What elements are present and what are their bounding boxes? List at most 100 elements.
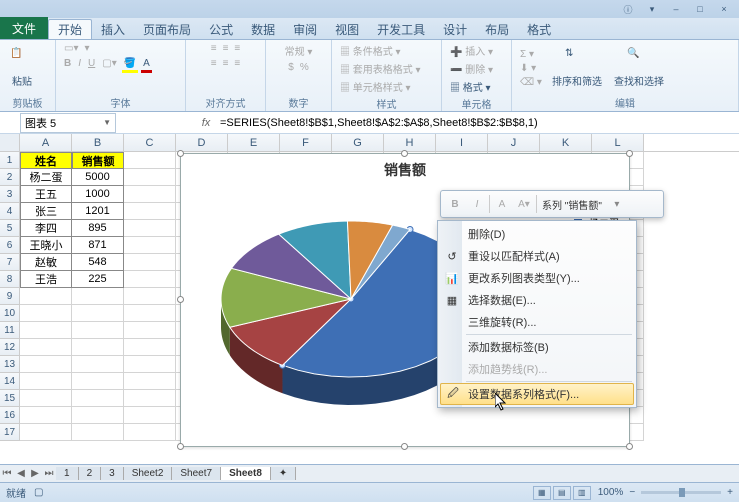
cell[interactable]	[20, 356, 72, 373]
cell[interactable]	[124, 390, 176, 407]
cell[interactable]	[72, 339, 124, 356]
cell[interactable]	[20, 322, 72, 339]
underline-button[interactable]: U	[86, 57, 97, 73]
zoom-slider[interactable]	[641, 491, 721, 494]
context-menu-item[interactable]: ▦选择数据(E)...	[440, 289, 634, 311]
resize-handle[interactable]	[177, 296, 184, 303]
cell[interactable]	[124, 220, 176, 237]
tab-page-layout[interactable]: 页面布局	[134, 19, 200, 39]
cell[interactable]	[124, 373, 176, 390]
cell[interactable]	[20, 305, 72, 322]
cell[interactable]: 871	[72, 237, 124, 254]
zoom-out-button[interactable]: −	[629, 487, 635, 498]
cell[interactable]	[124, 237, 176, 254]
tab-format[interactable]: 格式	[518, 19, 560, 39]
row-header[interactable]: 12	[0, 339, 20, 356]
fill-color-button[interactable]: 🪣	[122, 57, 138, 73]
font-family[interactable]: ▭▾	[62, 42, 80, 55]
help-button[interactable]: ⓘ	[617, 3, 639, 15]
col-header[interactable]: A	[20, 134, 72, 151]
font-color-button[interactable]: A	[141, 57, 152, 73]
tab-review[interactable]: 审阅	[284, 19, 326, 39]
col-header[interactable]: J	[488, 134, 540, 151]
sort-filter-button[interactable]: ⇅排序和筛选	[548, 46, 606, 90]
cell[interactable]: 杨二蛋	[20, 169, 72, 186]
tab-insert[interactable]: 插入	[92, 19, 134, 39]
tab-formulas[interactable]: 公式	[200, 19, 242, 39]
col-header[interactable]: L	[592, 134, 644, 151]
sheet-tab[interactable]: Sheet2	[124, 467, 173, 480]
cell[interactable]	[124, 271, 176, 288]
italic-mini[interactable]: I	[467, 194, 487, 214]
number-format[interactable]: 常规 ▾	[283, 42, 315, 59]
sheet-tab[interactable]: 2	[79, 467, 102, 480]
sheet-tab[interactable]: Sheet7	[172, 467, 221, 480]
row-header[interactable]: 16	[0, 407, 20, 424]
cell[interactable]	[124, 254, 176, 271]
row-header[interactable]: 3	[0, 186, 20, 203]
col-header[interactable]: G	[332, 134, 384, 151]
cell[interactable]	[124, 339, 176, 356]
col-header[interactable]: F	[280, 134, 332, 151]
cell[interactable]: 赵敏	[20, 254, 72, 271]
col-header[interactable]: I	[436, 134, 488, 151]
cell[interactable]	[124, 203, 176, 220]
cell[interactable]: 姓名	[20, 152, 72, 169]
cell[interactable]	[124, 169, 176, 186]
sheet-nav-next[interactable]: ▶	[28, 468, 42, 479]
row-header[interactable]: 10	[0, 305, 20, 322]
cell[interactable]	[124, 288, 176, 305]
record-macro-button[interactable]: ▢	[34, 487, 43, 498]
sheet-nav-first[interactable]: ⏮	[0, 468, 14, 479]
font-size-up[interactable]: A	[492, 194, 512, 214]
cell[interactable]	[20, 373, 72, 390]
sheet-tab[interactable]: 1	[56, 467, 79, 480]
select-all-corner[interactable]	[0, 134, 20, 151]
row-header[interactable]: 14	[0, 373, 20, 390]
cell[interactable]	[20, 339, 72, 356]
close-button[interactable]: ×	[713, 3, 735, 15]
context-menu-item[interactable]: 🖉设置数据系列格式(F)...	[440, 383, 634, 405]
normal-view-button[interactable]: ▦	[533, 486, 551, 500]
name-box[interactable]: 图表 5▼	[20, 113, 116, 133]
table-format-button[interactable]: ▦ 套用表格格式 ▾	[338, 60, 423, 77]
cell[interactable]	[72, 424, 124, 441]
ribbon-minimize-button[interactable]: ▾	[641, 3, 663, 15]
cell[interactable]: 548	[72, 254, 124, 271]
formula-input[interactable]	[216, 113, 739, 133]
cell[interactable]	[124, 152, 176, 169]
tab-data[interactable]: 数据	[242, 19, 284, 39]
cell[interactable]	[72, 407, 124, 424]
col-header[interactable]: C	[124, 134, 176, 151]
chart-title[interactable]: 销售额	[181, 154, 629, 186]
row-header[interactable]: 1	[0, 152, 20, 169]
sheet-nav-last[interactable]: ⏭	[42, 468, 56, 479]
tab-design[interactable]: 设计	[434, 19, 476, 39]
cell[interactable]	[124, 305, 176, 322]
find-select-button[interactable]: 🔍查找和选择	[610, 46, 668, 90]
cell[interactable]	[72, 373, 124, 390]
cell[interactable]	[72, 305, 124, 322]
bold-mini[interactable]: B	[445, 194, 465, 214]
chevron-down-icon[interactable]: ▾	[607, 194, 627, 214]
cell[interactable]	[124, 322, 176, 339]
col-header[interactable]: E	[228, 134, 280, 151]
fx-icon[interactable]: fx	[196, 117, 216, 129]
resize-handle[interactable]	[401, 150, 408, 157]
font-size-down[interactable]: A▾	[514, 194, 534, 214]
cell[interactable]: 李四	[20, 220, 72, 237]
delete-cells-button[interactable]: ➖ 删除 ▾	[448, 60, 495, 77]
italic-button[interactable]: I	[76, 57, 83, 73]
row-header[interactable]: 8	[0, 271, 20, 288]
context-menu-item[interactable]: 添加数据标签(B)	[440, 336, 634, 358]
row-header[interactable]: 17	[0, 424, 20, 441]
row-header[interactable]: 7	[0, 254, 20, 271]
context-menu-item[interactable]: 三维旋转(R)...	[440, 311, 634, 333]
sheet-nav-prev[interactable]: ◀	[14, 468, 28, 479]
cell[interactable]: 销售额	[72, 152, 124, 169]
new-sheet-button[interactable]: ✦	[271, 467, 296, 480]
row-header[interactable]: 5	[0, 220, 20, 237]
context-menu-item[interactable]: ↺重设以匹配样式(A)	[440, 245, 634, 267]
resize-handle[interactable]	[626, 150, 633, 157]
cell[interactable]	[20, 424, 72, 441]
